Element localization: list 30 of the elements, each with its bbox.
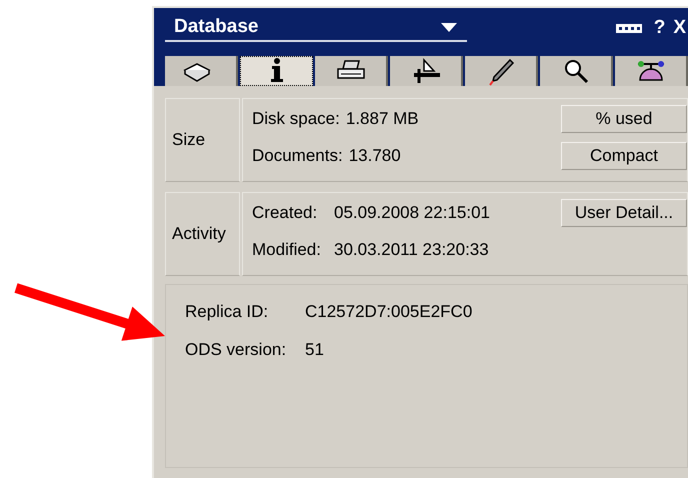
action-button[interactable]: % used — [561, 105, 687, 133]
toolbar-tab[interactable] — [240, 56, 313, 86]
toolbar-tab[interactable] — [315, 56, 388, 86]
field-label: Documents: — [252, 144, 343, 167]
toolbar-tab[interactable] — [540, 56, 613, 86]
field-label: ODS version: — [185, 338, 288, 360]
more-icon[interactable] — [616, 24, 642, 32]
field-label: Created: — [252, 202, 318, 224]
action-button[interactable]: Compact — [561, 142, 687, 170]
field-value: 1.887 MB — [346, 108, 419, 130]
group-label: Activity — [165, 192, 240, 276]
field-value: C12572D7:005E2FC0 — [305, 301, 472, 323]
toolbar-tab[interactable] — [165, 56, 238, 86]
help-button[interactable]: ? — [654, 14, 666, 42]
toolbar-tab[interactable] — [390, 56, 463, 86]
field-value: 05.09.2008 22:15:01 — [334, 202, 490, 224]
field-label: Modified: — [252, 238, 322, 261]
field-label: Replica ID: — [185, 301, 270, 323]
toolbar-tab[interactable] — [615, 56, 688, 86]
group-label: Size — [165, 98, 240, 182]
action-button[interactable]: User Detail... — [561, 199, 687, 227]
panel-title: Database — [174, 14, 260, 39]
panel-dropdown[interactable]: Database — [165, 14, 467, 42]
dropdown-icon — [441, 22, 457, 32]
field-value: 13.780 — [348, 144, 401, 167]
field-value: 51 — [305, 338, 324, 360]
field-label: Disk space: — [252, 108, 340, 130]
field-value: 30.03.2011 23:20:33 — [334, 238, 489, 261]
toolbar-tab[interactable] — [465, 56, 538, 86]
close-button[interactable]: X — [673, 14, 686, 42]
